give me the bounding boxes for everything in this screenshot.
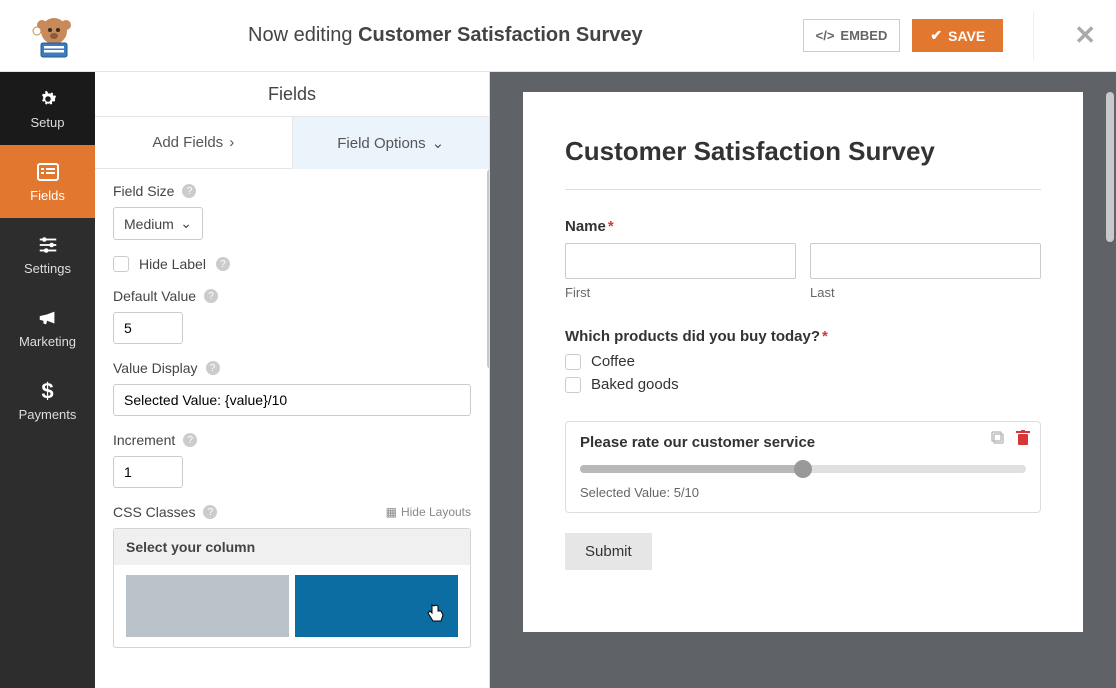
column-option-1[interactable] [126,575,289,637]
first-name-input[interactable] [565,243,796,279]
form-name: Customer Satisfaction Survey [358,24,643,46]
form-title: Customer Satisfaction Survey [565,136,1041,167]
checkbox-baked-goods[interactable] [565,377,581,393]
tab-field-options[interactable]: Field Options ⌄ [293,117,490,169]
form-canvas: Customer Satisfaction Survey Name* First… [523,92,1083,632]
field-size-label: Field Size [113,183,174,199]
save-button[interactable]: ✔ SAVE [912,19,1003,52]
default-value-input[interactable] [113,312,183,344]
scrollbar-thumb[interactable] [1106,92,1114,242]
checkbox-label: Baked goods [591,376,679,393]
submit-button[interactable]: Submit [565,533,652,570]
page-title: Now editing Customer Satisfaction Survey [88,24,803,47]
field-size-select[interactable]: Medium ⌄ [113,207,203,240]
sidebar: Setup Fields Settings Marketing $ Paymen… [0,72,95,688]
default-value-label: Default Value [113,288,196,304]
sidebar-item-fields[interactable]: Fields [0,145,95,218]
chevron-down-icon: ⌄ [180,215,192,232]
svg-text:$: $ [41,380,53,402]
divider [1033,11,1034,61]
slider-thumb[interactable] [794,460,812,478]
required-marker: * [822,328,828,345]
embed-label: EMBED [840,28,887,43]
last-name-input[interactable] [810,243,1041,279]
divider [565,189,1041,190]
trash-icon[interactable] [1016,430,1030,449]
sidebar-item-label: Marketing [19,334,76,349]
column-option-2[interactable] [295,575,458,637]
help-icon[interactable]: ? [204,289,218,303]
help-icon[interactable]: ? [182,184,196,198]
products-label: Which products did you buy today? [565,328,820,345]
tab-label: Add Fields [152,134,223,151]
help-icon[interactable]: ? [216,257,230,271]
checkbox-coffee[interactable] [565,354,581,370]
check-icon: ✔ [930,27,942,44]
sidebar-item-setup[interactable]: Setup [0,72,95,145]
help-icon[interactable]: ? [203,505,217,519]
embed-button[interactable]: </> EMBED [803,19,901,52]
chevron-right-icon: › [229,134,234,151]
last-sublabel: Last [810,285,1041,300]
form-preview: Customer Satisfaction Survey Name* First… [490,72,1116,688]
code-icon: </> [816,28,835,43]
gear-icon [36,87,60,111]
slider-track[interactable] [580,461,1026,477]
grid-icon: ▦ [386,505,397,519]
editing-prefix: Now editing [248,24,358,46]
field-size-value: Medium [124,216,174,232]
sliders-icon [36,233,60,257]
panel-title: Fields [95,72,489,117]
megaphone-icon [36,306,60,330]
slider-field[interactable]: Please rate our customer service Selecte… [565,421,1041,513]
checkbox-label: Coffee [591,353,635,370]
panel-tabs: Add Fields › Field Options ⌄ [95,117,489,169]
name-field: Name* First Last [565,218,1041,300]
sidebar-item-payments[interactable]: $ Payments [0,364,95,437]
increment-input[interactable] [113,456,183,488]
dollar-icon: $ [36,379,60,403]
products-field: Which products did you buy today?* Coffe… [565,328,1041,393]
required-marker: * [608,218,614,235]
value-display-label: Value Display [113,360,198,376]
hide-layouts-button[interactable]: ▦ Hide Layouts [386,505,471,519]
save-label: SAVE [948,28,985,44]
sidebar-item-label: Settings [24,261,71,276]
tab-label: Field Options [337,135,425,152]
value-display-input[interactable] [113,384,471,416]
css-classes-label: CSS Classes [113,504,195,520]
sidebar-item-label: Fields [30,188,65,203]
scrollbar-thumb[interactable] [487,169,489,369]
form-icon [36,160,60,184]
sidebar-item-label: Setup [31,115,65,130]
name-label: Name [565,218,606,235]
column-selector: Select your column [113,528,471,648]
close-icon[interactable]: ✕ [1074,20,1096,51]
increment-label: Increment [113,432,175,448]
sidebar-item-label: Payments [19,407,77,422]
chevron-down-icon: ⌄ [432,134,445,152]
hide-layouts-label: Hide Layouts [401,505,471,519]
options-panel: Fields Add Fields › Field Options ⌄ Fiel… [95,72,490,688]
sidebar-item-settings[interactable]: Settings [0,218,95,291]
sidebar-item-marketing[interactable]: Marketing [0,291,95,364]
app-logo [20,11,88,61]
topbar: Now editing Customer Satisfaction Survey… [0,0,1116,72]
hide-label-text: Hide Label [139,256,206,272]
tab-add-fields[interactable]: Add Fields › [95,117,293,169]
column-selector-title: Select your column [114,529,470,565]
duplicate-icon[interactable] [990,430,1006,449]
slider-label: Please rate our customer service [580,434,1026,451]
slider-value-text: Selected Value: 5/10 [580,485,1026,500]
help-icon[interactable]: ? [183,433,197,447]
help-icon[interactable]: ? [206,361,220,375]
first-sublabel: First [565,285,796,300]
hide-label-checkbox[interactable] [113,256,129,272]
